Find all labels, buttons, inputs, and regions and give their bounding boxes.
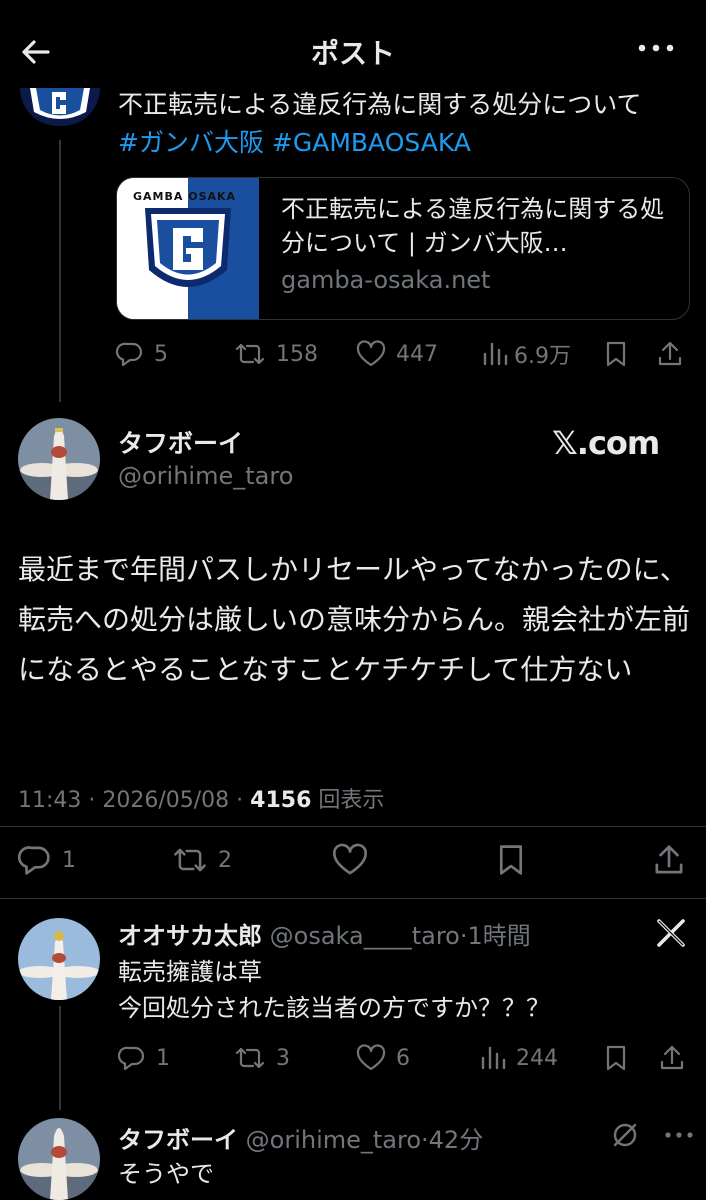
hashtag-link[interactable]: #GAMBAOSAKA xyxy=(272,128,471,157)
bookmark-icon xyxy=(604,340,628,368)
reply-line: 転売擁護は草 xyxy=(118,958,262,986)
heart-icon xyxy=(332,843,368,877)
top-bar: ポスト xyxy=(0,0,706,100)
more-dots-icon[interactable] xyxy=(664,1130,694,1140)
reply-line: 今回処分された該当者の方ですか？？？ xyxy=(118,994,550,1022)
share-icon xyxy=(652,843,686,877)
share-icon xyxy=(658,1044,686,1072)
avatar[interactable] xyxy=(18,918,100,1000)
reply-count: 1 xyxy=(62,847,76,873)
reply-button[interactable]: 5 xyxy=(116,334,168,374)
avatar[interactable] xyxy=(18,1118,100,1200)
grok-icon[interactable] xyxy=(610,1120,640,1150)
thread-connector xyxy=(59,1006,61,1110)
repost-icon xyxy=(172,844,208,876)
reply-button[interactable]: 1 xyxy=(118,1038,170,1078)
post-timestamp[interactable]: 11:43 · 2026/05/08 · xyxy=(18,788,250,813)
like-button[interactable]: 6 xyxy=(356,1038,410,1078)
card-title: 不正転売による違反行為に関する処分について | ガンバ大阪… xyxy=(281,195,665,257)
share-button[interactable] xyxy=(652,840,696,880)
repost-count: 3 xyxy=(276,1045,290,1071)
like-count: 447 xyxy=(396,341,438,367)
thread-connector xyxy=(59,140,61,402)
x-logo-icon xyxy=(656,918,686,948)
avatar[interactable] xyxy=(20,88,100,126)
share-button[interactable] xyxy=(656,334,694,374)
post-timestamp[interactable]: ·42分 xyxy=(421,1126,483,1154)
hashtag-link[interactable]: #ガンバ大阪 xyxy=(118,128,264,157)
post-text: 不正転売による違反行為に関する処分について #ガンバ大阪 #GAMBAOSAKA xyxy=(118,86,688,162)
post-actions: 1 2 xyxy=(18,840,688,880)
post-body: 最近まで年間パスしかリセールやってなかったのに、転売への処分は厳しいの意味分から… xyxy=(18,553,691,686)
repost-button[interactable]: 158 xyxy=(234,334,318,374)
display-name[interactable]: タフボーイ xyxy=(118,1126,238,1154)
repost-icon xyxy=(234,340,266,368)
views-button[interactable]: 244 xyxy=(480,1038,558,1078)
view-count: 4156 xyxy=(250,788,312,813)
divider xyxy=(0,898,706,899)
repost-count: 158 xyxy=(276,341,318,367)
card-logo-text: GAMBA OSAKA xyxy=(133,190,237,203)
reply-icon xyxy=(116,340,144,368)
post-meta: 11:43 · 2026/05/08 · 4156 回表示 xyxy=(18,782,384,814)
heart-icon xyxy=(356,340,386,368)
more-dots-icon[interactable] xyxy=(636,42,676,62)
page-title: ポスト xyxy=(310,37,395,70)
views-count: 244 xyxy=(516,1045,558,1071)
view-label: 回表示 xyxy=(311,788,385,813)
reply-body: そうやで xyxy=(118,1160,214,1188)
post-body: 不正転売による違反行為に関する処分について xyxy=(118,90,642,119)
bookmark-button[interactable] xyxy=(604,334,638,374)
link-card[interactable]: GAMBA OSAKA 不正転売による違反行為に関する処分について | ガンバ大… xyxy=(116,177,690,320)
bookmark-icon xyxy=(496,843,526,877)
avatar[interactable] xyxy=(18,418,100,500)
views-count: 6.9万 xyxy=(514,344,571,369)
bookmark-button[interactable] xyxy=(496,840,536,880)
reply-count: 1 xyxy=(156,1045,170,1071)
share-button[interactable] xyxy=(658,1038,696,1078)
card-thumbnail: GAMBA OSAKA xyxy=(117,178,259,319)
heart-icon xyxy=(356,1044,386,1072)
repost-count: 2 xyxy=(218,847,232,873)
divider xyxy=(0,826,706,827)
bookmark-icon xyxy=(604,1044,628,1072)
user-handle[interactable]: @osaka____taro xyxy=(270,922,460,950)
repost-button[interactable]: 2 xyxy=(172,840,232,880)
reply-icon xyxy=(118,1044,146,1072)
views-chart-icon xyxy=(480,1044,506,1072)
views-chart-icon xyxy=(482,340,508,368)
post-actions: 1 3 6 244 xyxy=(118,1038,688,1078)
reply-body: 転売擁護は草 今回処分された該当者の方ですか？？？ xyxy=(118,954,678,1026)
like-count: 6 xyxy=(396,1045,410,1071)
views-button[interactable]: 6.9万 xyxy=(482,334,571,374)
reply-button[interactable]: 1 xyxy=(18,840,76,880)
display-name[interactable]: タフボーイ xyxy=(118,424,243,460)
x-watermark: 𝕏.com xyxy=(552,424,660,462)
user-handle[interactable]: @orihime_taro xyxy=(118,462,293,490)
like-button[interactable]: 447 xyxy=(356,334,438,374)
display-name[interactable]: オオサカ太郎 xyxy=(118,922,262,950)
reply-header: オオサカ太郎 @osaka____taro·1時間 xyxy=(118,916,531,951)
bookmark-button[interactable] xyxy=(604,1038,638,1078)
reply-icon xyxy=(18,843,52,877)
post-actions: 5 158 447 6.9万 xyxy=(116,334,690,374)
reply-header: タフボーイ @orihime_taro·42分 xyxy=(118,1120,483,1155)
reply-count: 5 xyxy=(154,341,168,367)
repost-button[interactable]: 3 xyxy=(234,1038,290,1078)
post-timestamp[interactable]: ·1時間 xyxy=(460,922,531,950)
like-button[interactable] xyxy=(332,840,378,880)
user-handle[interactable]: @orihime_taro xyxy=(246,1126,421,1154)
share-icon xyxy=(656,340,684,368)
card-domain: gamba-osaka.net xyxy=(281,266,491,294)
repost-icon xyxy=(234,1044,266,1072)
